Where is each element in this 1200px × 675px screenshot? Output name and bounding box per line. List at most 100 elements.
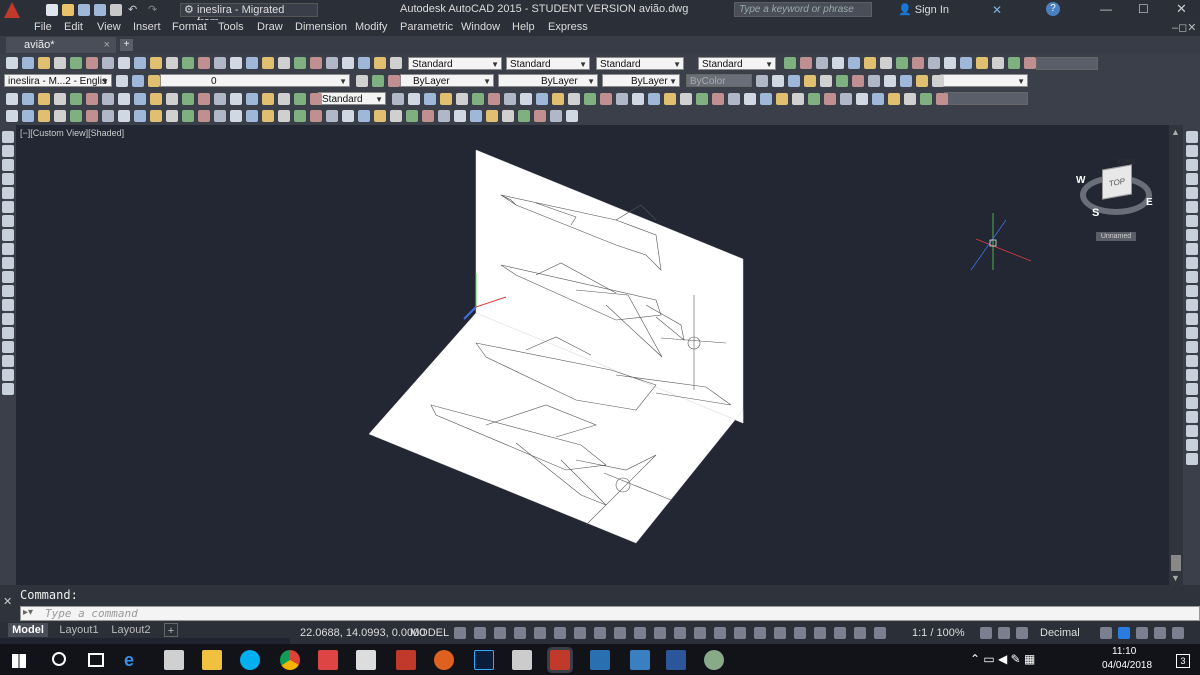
tool-icon[interactable] xyxy=(932,75,944,87)
status-toggle-icon[interactable] xyxy=(454,627,466,639)
modify-tool-icon[interactable] xyxy=(1186,383,1198,395)
tool-icon[interactable] xyxy=(880,57,892,69)
tool-icon[interactable] xyxy=(472,93,484,105)
tool-icon[interactable] xyxy=(356,75,368,87)
modify-tool-icon[interactable] xyxy=(1186,229,1198,241)
tool-icon[interactable] xyxy=(872,93,884,105)
tool-icon[interactable] xyxy=(756,75,768,87)
modify-tool-icon[interactable] xyxy=(1186,187,1198,199)
close-tab-icon[interactable]: × xyxy=(104,37,110,53)
vertical-scrollbar[interactable]: ▲ ▼ xyxy=(1169,125,1183,585)
tool-icon[interactable] xyxy=(916,75,928,87)
menu-tools[interactable]: Tools xyxy=(218,21,244,33)
dim-style-combo[interactable]: Standard ▼ xyxy=(506,57,590,70)
tool-icon[interactable] xyxy=(70,57,82,69)
search-input[interactable]: Type a keyword or phrase xyxy=(739,4,854,15)
tool-icon[interactable] xyxy=(198,110,210,122)
add-layout-button[interactable]: + xyxy=(164,623,178,637)
tool-icon[interactable] xyxy=(102,57,114,69)
compass-south[interactable]: S xyxy=(1092,207,1099,219)
tool-icon[interactable] xyxy=(182,57,194,69)
status-toggle-icon[interactable] xyxy=(514,627,526,639)
document-tab[interactable]: avião* × xyxy=(6,37,116,53)
tool-icon[interactable] xyxy=(294,93,306,105)
menu-express[interactable]: Express xyxy=(548,21,588,33)
status-toggle-icon[interactable] xyxy=(834,627,846,639)
tool-icon[interactable] xyxy=(408,93,420,105)
tool-icon[interactable] xyxy=(536,93,548,105)
app-window-icon[interactable] xyxy=(590,650,610,670)
tool-icon[interactable] xyxy=(230,57,242,69)
tool-icon[interactable] xyxy=(54,110,66,122)
menu-draw[interactable]: Draw xyxy=(257,21,283,33)
scroll-down-icon[interactable]: ▼ xyxy=(1171,573,1180,583)
tool-icon[interactable] xyxy=(824,93,836,105)
tool-icon[interactable] xyxy=(214,110,226,122)
tool-icon[interactable] xyxy=(392,93,404,105)
status-toggle-icon[interactable] xyxy=(1100,627,1112,639)
skype-icon[interactable] xyxy=(240,650,260,670)
tool-icon[interactable] xyxy=(856,93,868,105)
modify-tool-icon[interactable] xyxy=(1186,299,1198,311)
word-icon[interactable] xyxy=(666,650,686,670)
tool-icon[interactable] xyxy=(868,75,880,87)
tool-icon[interactable] xyxy=(696,93,708,105)
mail-icon[interactable] xyxy=(356,650,376,670)
compass-west[interactable]: W xyxy=(1076,175,1085,186)
draw-tool-icon[interactable] xyxy=(2,355,14,367)
draw-tool-icon[interactable] xyxy=(2,187,14,199)
status-toggle-icon[interactable] xyxy=(534,627,546,639)
coordinates-readout[interactable]: 22.0688, 14.0993, 0.0000 xyxy=(300,627,425,639)
tool-icon[interactable] xyxy=(342,57,354,69)
status-toggle-icon[interactable] xyxy=(1136,627,1148,639)
tool-icon[interactable] xyxy=(166,110,178,122)
tool-icon[interactable] xyxy=(278,57,290,69)
app-window-2-icon[interactable] xyxy=(630,650,650,670)
mleader-style-combo[interactable]: Standard ▼ xyxy=(698,57,776,70)
tool-icon[interactable] xyxy=(852,75,864,87)
modify-tool-icon[interactable] xyxy=(1186,131,1198,143)
sign-in-button[interactable]: 👤 Sign In xyxy=(898,3,949,16)
lineweight-combo[interactable]: ByLayer ▼ xyxy=(602,74,680,87)
tool-icon[interactable] xyxy=(816,57,828,69)
status-toggle-icon[interactable] xyxy=(494,627,506,639)
tool-icon[interactable] xyxy=(310,110,322,122)
tool-icon[interactable] xyxy=(712,93,724,105)
status-toggle-icon[interactable] xyxy=(694,627,706,639)
status-toggle-icon[interactable] xyxy=(980,627,992,639)
tool-icon[interactable] xyxy=(864,57,876,69)
tool-icon[interactable] xyxy=(230,110,242,122)
annotation-scale[interactable]: 1:1 / 100% xyxy=(912,627,965,639)
draw-tool-icon[interactable] xyxy=(2,257,14,269)
tool-icon[interactable] xyxy=(820,75,832,87)
tool-icon[interactable] xyxy=(86,93,98,105)
draw-tool-icon[interactable] xyxy=(2,299,14,311)
tool-icon[interactable] xyxy=(342,110,354,122)
tool-icon[interactable] xyxy=(520,93,532,105)
tool-icon[interactable] xyxy=(772,75,784,87)
tool-icon[interactable] xyxy=(358,57,370,69)
tool-icon[interactable] xyxy=(166,93,178,105)
tool-icon[interactable] xyxy=(374,57,386,69)
tool-icon[interactable] xyxy=(132,75,144,87)
status-toggle-icon[interactable] xyxy=(594,627,606,639)
tool-icon[interactable] xyxy=(22,57,34,69)
tool-icon[interactable] xyxy=(86,110,98,122)
draw-tool-icon[interactable] xyxy=(2,383,14,395)
modify-tool-icon[interactable] xyxy=(1186,145,1198,157)
tool-icon[interactable] xyxy=(566,110,578,122)
draw-tool-icon[interactable] xyxy=(2,271,14,283)
notification-badge[interactable]: 3 xyxy=(1176,654,1190,668)
tool-icon[interactable] xyxy=(388,75,400,87)
tool-icon[interactable] xyxy=(976,57,988,69)
draw-tool-icon[interactable] xyxy=(2,369,14,381)
new-tab-button[interactable]: + xyxy=(120,39,133,51)
tool-icon[interactable] xyxy=(616,93,628,105)
blank-combo[interactable] xyxy=(1036,57,1098,70)
tool-icon[interactable] xyxy=(198,93,210,105)
chrome-icon[interactable] xyxy=(280,650,300,670)
tool-icon[interactable] xyxy=(832,57,844,69)
modify-tool-icon[interactable] xyxy=(1186,355,1198,367)
tool-icon[interactable] xyxy=(390,110,402,122)
status-toggle-icon[interactable] xyxy=(614,627,626,639)
